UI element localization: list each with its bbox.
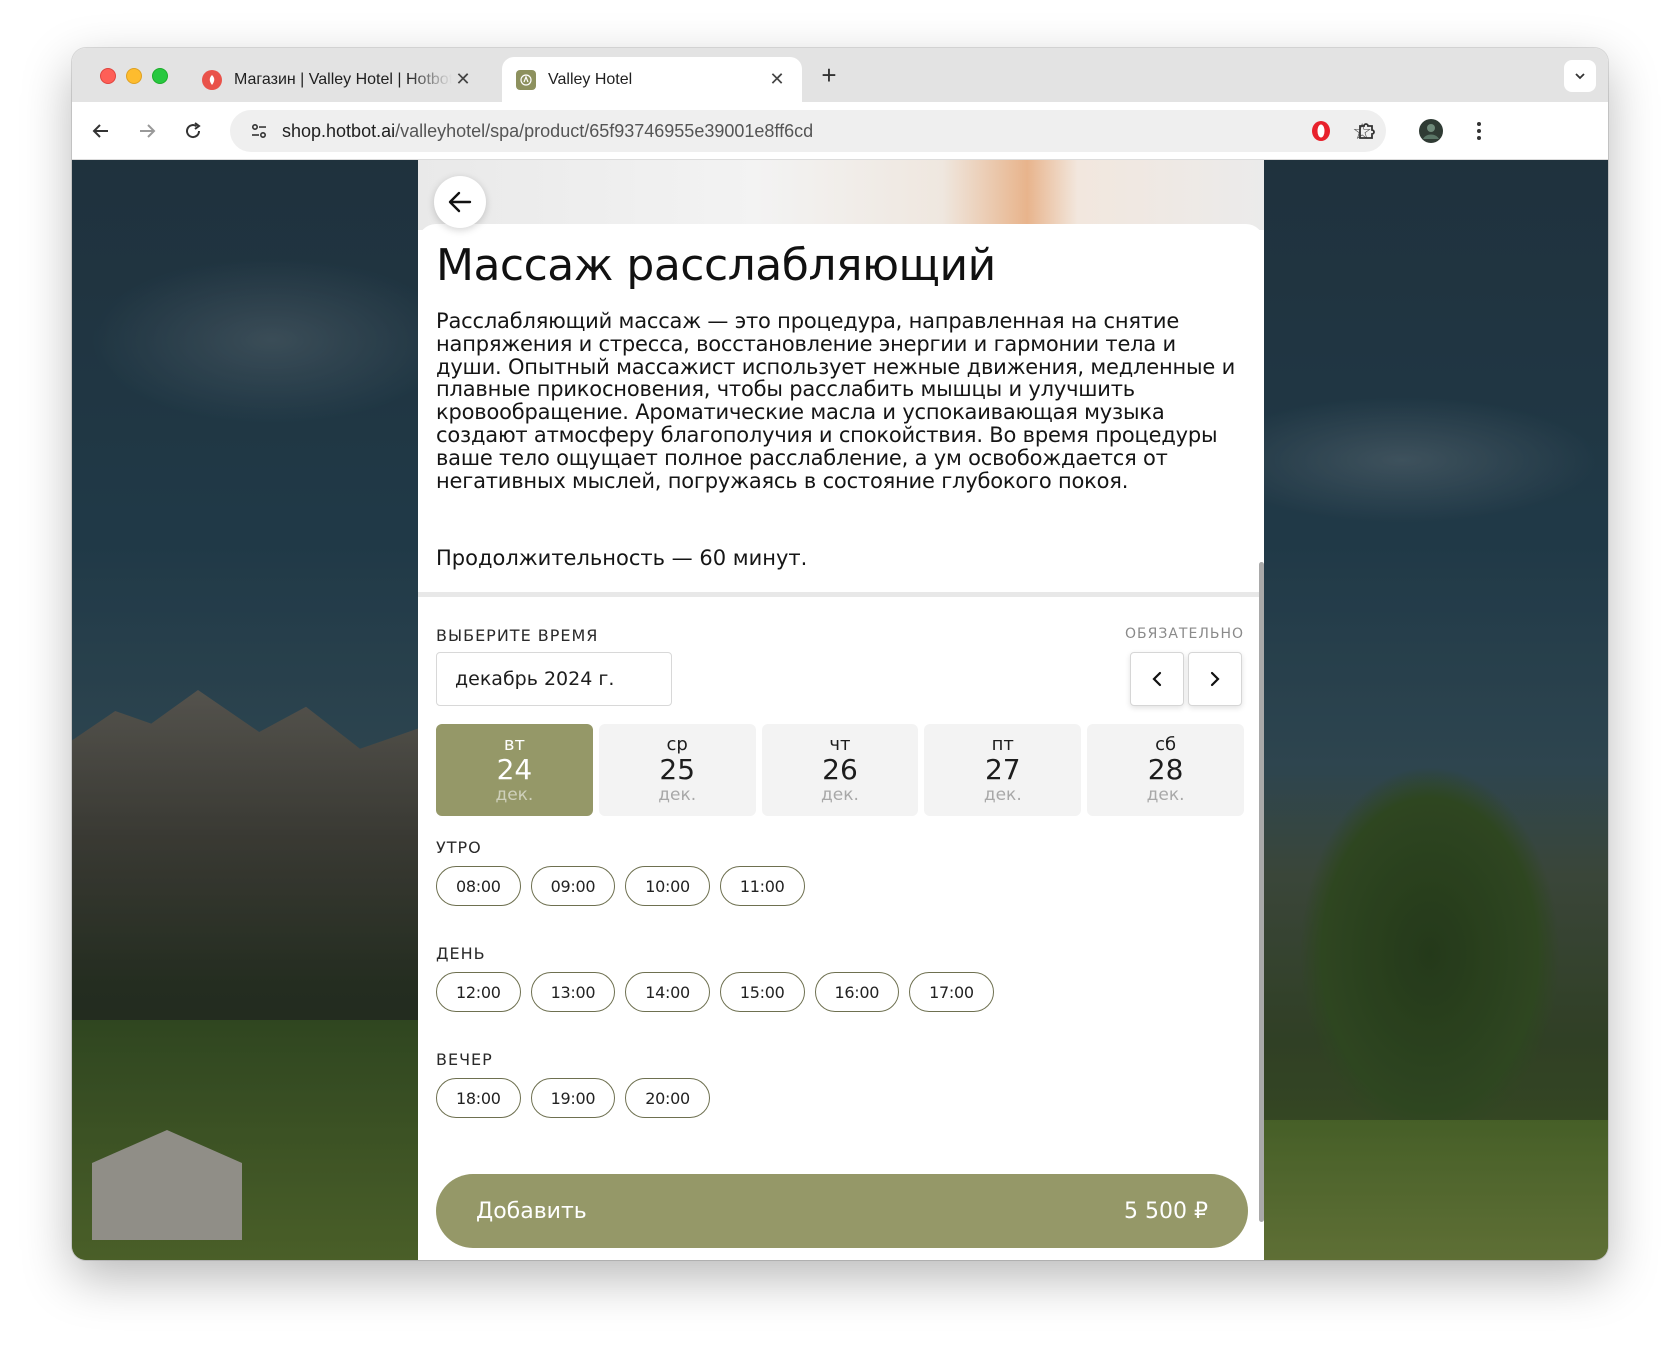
new-tab-button[interactable]: + <box>814 60 844 91</box>
product-description: Расслабляющий массаж — это процедура, на… <box>436 309 1236 493</box>
chevron-right-icon <box>1210 671 1220 687</box>
panel-scrollbar[interactable] <box>1259 562 1264 1222</box>
day-month: дек. <box>658 785 697 805</box>
browser-window: Магазин | Valley Hotel | Hotbot ✕ Valley… <box>72 48 1608 1260</box>
url-text: shop.hotbot.ai/valleyhotel/spa/product/6… <box>282 120 814 141</box>
minimize-window-button[interactable] <box>126 68 142 84</box>
day-of-week: вт <box>503 734 525 755</box>
tab-valley-hotel[interactable]: Valley Hotel ✕ <box>502 57 802 102</box>
day-number: 25 <box>659 753 696 786</box>
close-tab-icon[interactable]: ✕ <box>766 69 788 90</box>
page-viewport: Массаж расслабляющий Расслабляющий масса… <box>72 160 1608 1260</box>
time-slot[interactable]: 16:00 <box>814 972 900 1012</box>
reload-button[interactable] <box>178 116 208 146</box>
day-picker: вт 24 дек. ср 25 дек. чт 26 дек. пт 27 д… <box>436 724 1244 816</box>
profile-avatar[interactable] <box>1416 116 1446 146</box>
evening-slots: 18:00 19:00 20:00 <box>436 1078 710 1118</box>
maximize-window-button[interactable] <box>152 68 168 84</box>
next-days-button[interactable] <box>1188 652 1242 706</box>
day-option-24[interactable]: вт 24 дек. <box>436 724 593 816</box>
opera-extension-icon[interactable] <box>1306 116 1336 146</box>
browser-menu-icon[interactable] <box>1464 116 1494 146</box>
chevron-left-icon <box>1152 671 1162 687</box>
tab-search-button[interactable] <box>1564 60 1596 92</box>
product-panel: Массаж расслабляющий Расслабляющий масса… <box>418 160 1264 1260</box>
time-slot[interactable]: 18:00 <box>436 1078 521 1118</box>
day-month: дек. <box>495 785 534 805</box>
day-month: дек. <box>821 785 859 805</box>
reload-icon <box>186 122 201 139</box>
month-selector[interactable]: декабрь 2024 г. <box>436 652 672 706</box>
time-slot[interactable]: 08:00 <box>436 866 521 906</box>
extensions-puzzle-icon[interactable] <box>1352 116 1382 146</box>
day-month: дек. <box>1146 785 1185 805</box>
day-number: 26 <box>822 753 858 786</box>
required-label: ОБЯЗАТЕЛЬНО <box>1125 626 1244 642</box>
site-info-icon[interactable] <box>246 118 272 144</box>
prev-days-button[interactable] <box>1130 652 1184 706</box>
day-option-28[interactable]: сб 28 дек. <box>1087 724 1244 816</box>
time-slot[interactable]: 14:00 <box>625 972 710 1012</box>
time-slot[interactable]: 13:00 <box>530 972 616 1012</box>
arrow-left-icon <box>448 191 472 213</box>
product-hero-image <box>418 160 1264 230</box>
day-number: 24 <box>496 753 533 786</box>
time-slot[interactable]: 20:00 <box>625 1078 710 1118</box>
tab-title: Магазин | Valley Hotel | Hotbot <box>234 70 452 88</box>
add-button-label: Добавить <box>476 1198 587 1224</box>
back-button[interactable] <box>434 176 486 228</box>
back-nav-button[interactable] <box>86 116 116 146</box>
morning-label: УТРО <box>436 838 482 857</box>
product-title: Массаж расслабляющий <box>436 240 996 291</box>
forward-nav-button[interactable] <box>132 116 162 146</box>
add-to-cart-button[interactable]: Добавить 5 500 ₽ <box>436 1174 1248 1248</box>
add-button-price: 5 500 ₽ <box>1124 1198 1208 1224</box>
hotbot-favicon-icon <box>202 69 222 90</box>
day-of-week: сб <box>1155 734 1177 755</box>
address-bar[interactable]: shop.hotbot.ai/valleyhotel/spa/product/6… <box>230 110 1386 152</box>
browser-toolbar: shop.hotbot.ai/valleyhotel/spa/product/6… <box>72 102 1608 160</box>
tab-hotbot-shop[interactable]: Магазин | Valley Hotel | Hotbot ✕ <box>188 57 488 102</box>
valley-hotel-favicon-icon <box>516 69 536 90</box>
afternoon-slots: 12:00 13:00 14:00 15:00 16:00 17:00 <box>436 972 994 1012</box>
day-number: 27 <box>984 753 1021 786</box>
time-slot[interactable]: 15:00 <box>719 972 805 1012</box>
day-of-week: ср <box>666 734 688 755</box>
day-of-week: пт <box>991 734 1014 755</box>
product-duration: Продолжительность — 60 минут. <box>436 546 808 570</box>
close-tab-icon[interactable]: ✕ <box>452 69 474 90</box>
evening-label: ВЕЧЕР <box>436 1050 493 1069</box>
close-window-button[interactable] <box>100 68 116 84</box>
section-divider <box>418 592 1264 597</box>
day-option-26[interactable]: чт 26 дек. <box>761 724 919 816</box>
afternoon-label: ДЕНЬ <box>436 944 486 963</box>
morning-slots: 08:00 09:00 10:00 11:00 <box>436 866 805 906</box>
tab-strip: Магазин | Valley Hotel | Hotbot ✕ Valley… <box>72 48 1608 102</box>
time-slot[interactable]: 12:00 <box>436 972 521 1012</box>
day-option-27[interactable]: пт 27 дек. <box>924 724 1082 816</box>
day-of-week: чт <box>829 734 851 755</box>
time-slot[interactable]: 17:00 <box>909 972 994 1012</box>
day-number: 28 <box>1147 753 1184 786</box>
day-month: дек. <box>983 785 1022 805</box>
time-slot[interactable]: 11:00 <box>719 866 805 906</box>
day-option-25[interactable]: ср 25 дек. <box>598 724 756 816</box>
arrow-right-icon <box>140 124 156 138</box>
time-slot[interactable]: 10:00 <box>625 866 710 906</box>
product-card: Массаж расслабляющий Расслабляющий масса… <box>418 224 1264 1260</box>
choose-time-label: ВЫБЕРИТЕ ВРЕМЯ <box>436 626 599 645</box>
chevron-down-icon <box>1575 73 1585 80</box>
tab-title: Valley Hotel <box>548 70 633 88</box>
time-slot[interactable]: 19:00 <box>530 1078 616 1118</box>
arrow-left-icon <box>92 124 108 138</box>
time-slot[interactable]: 09:00 <box>530 866 616 906</box>
